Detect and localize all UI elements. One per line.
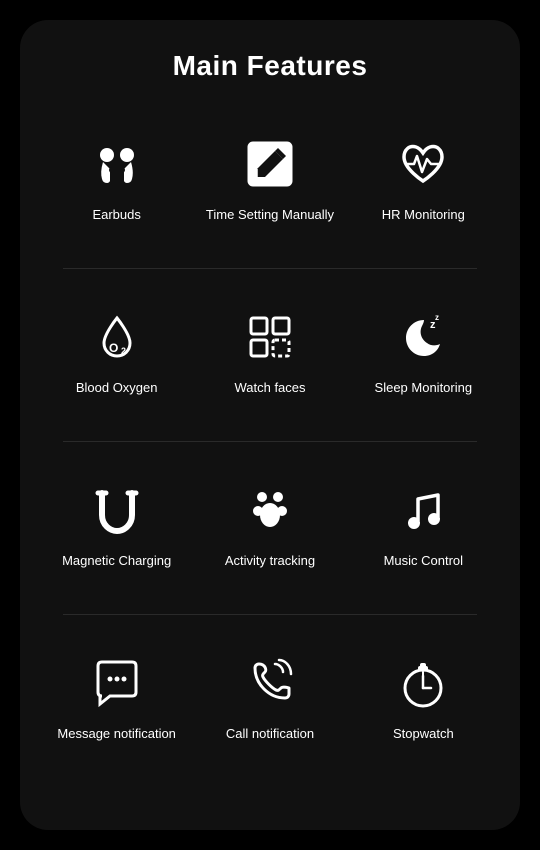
edit-icon xyxy=(238,132,302,196)
sleep-monitoring-label: Sleep Monitoring xyxy=(375,379,473,415)
feature-message-notification: Message notification xyxy=(40,631,193,771)
activity-icon xyxy=(238,478,302,542)
earbuds-label: Earbuds xyxy=(92,206,140,242)
call-notification-label: Call notification xyxy=(226,725,314,761)
message-notification-label: Message notification xyxy=(57,725,176,761)
svg-text:z: z xyxy=(435,313,439,322)
stopwatch-icon xyxy=(391,651,455,715)
magnet-icon xyxy=(85,478,149,542)
watch-faces-icon xyxy=(238,305,302,369)
earbuds-icon xyxy=(85,132,149,196)
hr-monitoring-label: HR Monitoring xyxy=(382,206,465,242)
music-icon xyxy=(391,478,455,542)
feature-sleep-monitoring: z z Sleep Monitoring xyxy=(347,285,500,425)
feature-magnetic-charging: Magnetic Charging xyxy=(40,458,193,598)
blood-oxygen-label: Blood Oxygen xyxy=(76,379,158,415)
divider-1 xyxy=(63,268,477,269)
feature-hr-monitoring: HR Monitoring xyxy=(347,112,500,252)
time-setting-label: Time Setting Manually xyxy=(206,206,334,242)
feature-time-setting: Time Setting Manually xyxy=(193,112,346,252)
blood-oxygen-icon: O 2 xyxy=(85,305,149,369)
watch-faces-label: Watch faces xyxy=(234,379,305,415)
svg-text:O: O xyxy=(109,341,118,355)
call-icon xyxy=(238,651,302,715)
divider-2 xyxy=(63,441,477,442)
feature-music-control: Music Control xyxy=(347,458,500,598)
svg-text:2: 2 xyxy=(121,346,126,356)
main-card: Main Features Earbuds xyxy=(20,20,520,830)
divider-3 xyxy=(63,614,477,615)
features-grid: Earbuds Time Setting Manually xyxy=(40,112,500,771)
magnetic-charging-label: Magnetic Charging xyxy=(62,552,171,588)
feature-activity-tracking: Activity tracking xyxy=(193,458,346,598)
feature-earbuds: Earbuds xyxy=(40,112,193,252)
activity-tracking-label: Activity tracking xyxy=(225,552,315,588)
stopwatch-label: Stopwatch xyxy=(393,725,454,761)
message-icon xyxy=(85,651,149,715)
feature-watch-faces: Watch faces xyxy=(193,285,346,425)
feature-call-notification: Call notification xyxy=(193,631,346,771)
feature-stopwatch: Stopwatch xyxy=(347,631,500,771)
heart-rate-icon xyxy=(391,132,455,196)
sleep-icon: z z xyxy=(391,305,455,369)
page-title: Main Features xyxy=(173,50,368,82)
music-control-label: Music Control xyxy=(384,552,463,588)
feature-blood-oxygen: O 2 Blood Oxygen xyxy=(40,285,193,425)
